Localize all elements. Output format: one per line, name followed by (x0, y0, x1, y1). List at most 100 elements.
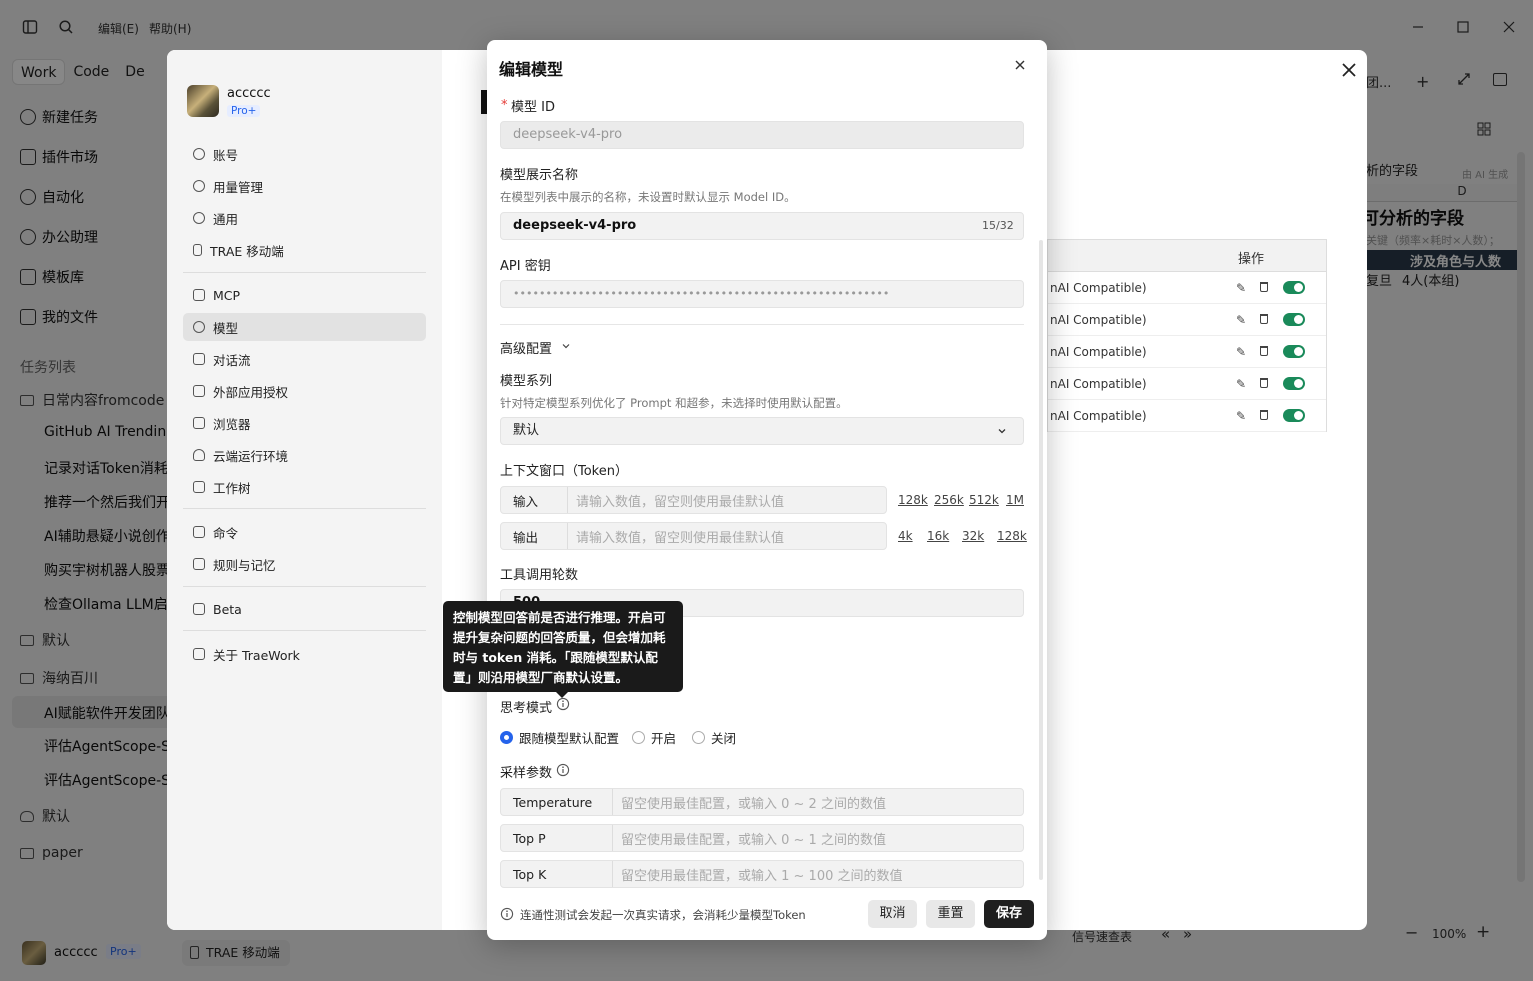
api-key-label: API 密钥 (500, 259, 551, 274)
settings-close-icon[interactable] (1339, 60, 1359, 80)
settings-item-general[interactable]: 通用 (183, 204, 426, 232)
display-name-hint: 在模型列表中展示的名称，未设置时默认显示 Model ID。 (500, 190, 796, 204)
link-icon (193, 385, 205, 397)
radio-selected-icon (500, 731, 513, 744)
top-k-label: Top K (501, 861, 613, 887)
reset-button[interactable]: 重置 (926, 900, 975, 928)
worktree-icon (193, 481, 205, 493)
temperature-field[interactable]: Temperature 留空使用最佳配置，或输入 0 ~ 2 之间的数值 (500, 788, 1024, 816)
enable-toggle[interactable] (1283, 409, 1305, 422)
top-p-field[interactable]: Top P 留空使用最佳配置，或输入 0 ~ 1 之间的数值 (500, 824, 1024, 852)
settings-user-name: accccc (227, 86, 271, 101)
settings-avatar (187, 85, 219, 117)
toggle-knob (1294, 283, 1303, 292)
enable-toggle[interactable] (1283, 281, 1305, 294)
delete-icon[interactable] (1260, 282, 1268, 292)
context-output-field[interactable]: 输出 请输入数值，留空则使用最佳默认值 (500, 522, 887, 550)
top-k-field[interactable]: Top K 留空使用最佳配置，或输入 1 ~ 100 之间的数值 (500, 860, 1024, 888)
display-name-input[interactable]: deepseek-v4-pro (500, 212, 1024, 240)
toggle-knob (1294, 411, 1303, 420)
quick-512k[interactable]: 512k (969, 493, 999, 507)
toggle-knob (1294, 347, 1303, 356)
chevron-down-icon[interactable] (561, 341, 571, 351)
output-prefix: 输出 (501, 523, 568, 549)
settings-item-external-auth[interactable]: 外部应用授权 (183, 377, 426, 405)
settings-item-account[interactable]: 账号 (183, 140, 426, 168)
edit-model-dialog: 编辑模型 * 模型 ID deepseek-v4-pro 模型展示名称 在模型列… (487, 40, 1047, 940)
cancel-button[interactable]: 取消 (868, 900, 917, 928)
series-label: 模型系列 (500, 374, 553, 389)
model-provider-cell: nAI Compatible) (1050, 345, 1147, 359)
edit-icon[interactable]: ✎ (1236, 313, 1246, 327)
browser-icon (193, 417, 205, 429)
thinking-tooltip: 控制模型回答前是否进行推理。开启可提升复杂问题的回答质量，但会增加耗时与 tok… (443, 601, 683, 698)
top-p-label: Top P (501, 825, 613, 851)
settings-item-beta[interactable]: Beta (183, 595, 426, 623)
model-provider-cell: nAI Compatible) (1050, 409, 1147, 423)
table-row: nAI Compatible) ✎ (1048, 400, 1326, 432)
quick-4k[interactable]: 4k (898, 529, 913, 543)
settings-sidebar: accccc Pro+ 账号 用量管理 通用 TRAE 移动端 MCP 模型 对… (167, 50, 442, 930)
table-row: nAI Compatible) ✎ (1048, 336, 1326, 368)
delete-icon[interactable] (1260, 314, 1268, 324)
info-icon[interactable] (556, 697, 570, 711)
quick-256k[interactable]: 256k (934, 493, 964, 507)
edit-icon[interactable]: ✎ (1236, 409, 1246, 423)
settings-item-mcp[interactable]: MCP (183, 281, 426, 309)
quick-128k-out[interactable]: 128k (997, 529, 1027, 543)
temperature-placeholder: 留空使用最佳配置，或输入 0 ~ 2 之间的数值 (621, 796, 886, 812)
delete-icon[interactable] (1260, 410, 1268, 420)
quick-16k[interactable]: 16k (927, 529, 949, 543)
enable-toggle[interactable] (1283, 313, 1305, 326)
phone-icon (193, 244, 202, 256)
series-select[interactable]: 默认 (500, 417, 1024, 445)
dialog-scrollbar[interactable] (1039, 240, 1043, 880)
output-placeholder: 请输入数值，留空则使用最佳默认值 (576, 530, 785, 546)
settings-item-cloud[interactable]: 云端运行环境 (183, 441, 426, 469)
usage-icon (193, 180, 205, 192)
settings-item-browser[interactable]: 浏览器 (183, 409, 426, 437)
edit-icon[interactable]: ✎ (1236, 377, 1246, 391)
rules-icon (193, 558, 205, 570)
settings-item-mobile[interactable]: TRAE 移动端 (183, 236, 426, 264)
settings-item-chatflow[interactable]: 对话流 (183, 345, 426, 373)
model-table: 操作 nAI Compatible) ✎ nAI Compatible) ✎ nAI C… (1047, 239, 1327, 432)
save-button[interactable]: 保存 (984, 900, 1034, 928)
enable-toggle[interactable] (1283, 345, 1305, 358)
edit-icon[interactable]: ✎ (1236, 345, 1246, 359)
settings-item-about[interactable]: 关于 TraeWork (183, 640, 426, 668)
thinking-option-on[interactable]: 开启 (632, 728, 676, 747)
divider (183, 272, 426, 273)
cloud-icon (193, 449, 205, 461)
edit-icon[interactable]: ✎ (1236, 281, 1246, 295)
model-provider-cell: nAI Compatible) (1050, 377, 1147, 391)
table-row: nAI Compatible) ✎ (1048, 368, 1326, 400)
settings-item-commands[interactable]: 命令 (183, 518, 426, 546)
quick-32k[interactable]: 32k (962, 529, 984, 543)
plug-icon (193, 289, 205, 301)
delete-icon[interactable] (1260, 378, 1268, 388)
context-input-field[interactable]: 输入 请输入数值，留空则使用最佳默认值 (500, 486, 887, 514)
chevron-down-icon[interactable] (997, 426, 1007, 436)
thinking-option-default[interactable]: 跟随模型默认配置 (500, 728, 619, 747)
settings-item-model[interactable]: 模型 (183, 313, 426, 341)
quick-128k[interactable]: 128k (898, 493, 928, 507)
delete-icon[interactable] (1260, 346, 1268, 356)
radio-icon (692, 731, 705, 744)
dialog-close-icon[interactable] (1013, 58, 1027, 72)
toggle-knob (1294, 315, 1303, 324)
divider (183, 586, 426, 587)
temperature-label: Temperature (501, 789, 613, 815)
settings-item-usage[interactable]: 用量管理 (183, 172, 426, 200)
quick-1m[interactable]: 1M (1006, 493, 1024, 507)
thinking-option-off[interactable]: 关闭 (692, 728, 736, 747)
enable-toggle[interactable] (1283, 377, 1305, 390)
model-provider-cell: nAI Compatible) (1050, 281, 1147, 295)
table-row: nAI Compatible) ✎ (1048, 272, 1326, 304)
api-key-input[interactable]: ••••••••••••••••••••••••••••••••••••••••… (500, 280, 1024, 308)
settings-item-worktree[interactable]: 工作树 (183, 473, 426, 501)
settings-item-rules[interactable]: 规则与记忆 (183, 550, 426, 578)
advanced-toggle[interactable]: 高级配置 (500, 338, 552, 357)
info-icon[interactable] (556, 763, 570, 777)
input-prefix: 输入 (501, 487, 568, 513)
